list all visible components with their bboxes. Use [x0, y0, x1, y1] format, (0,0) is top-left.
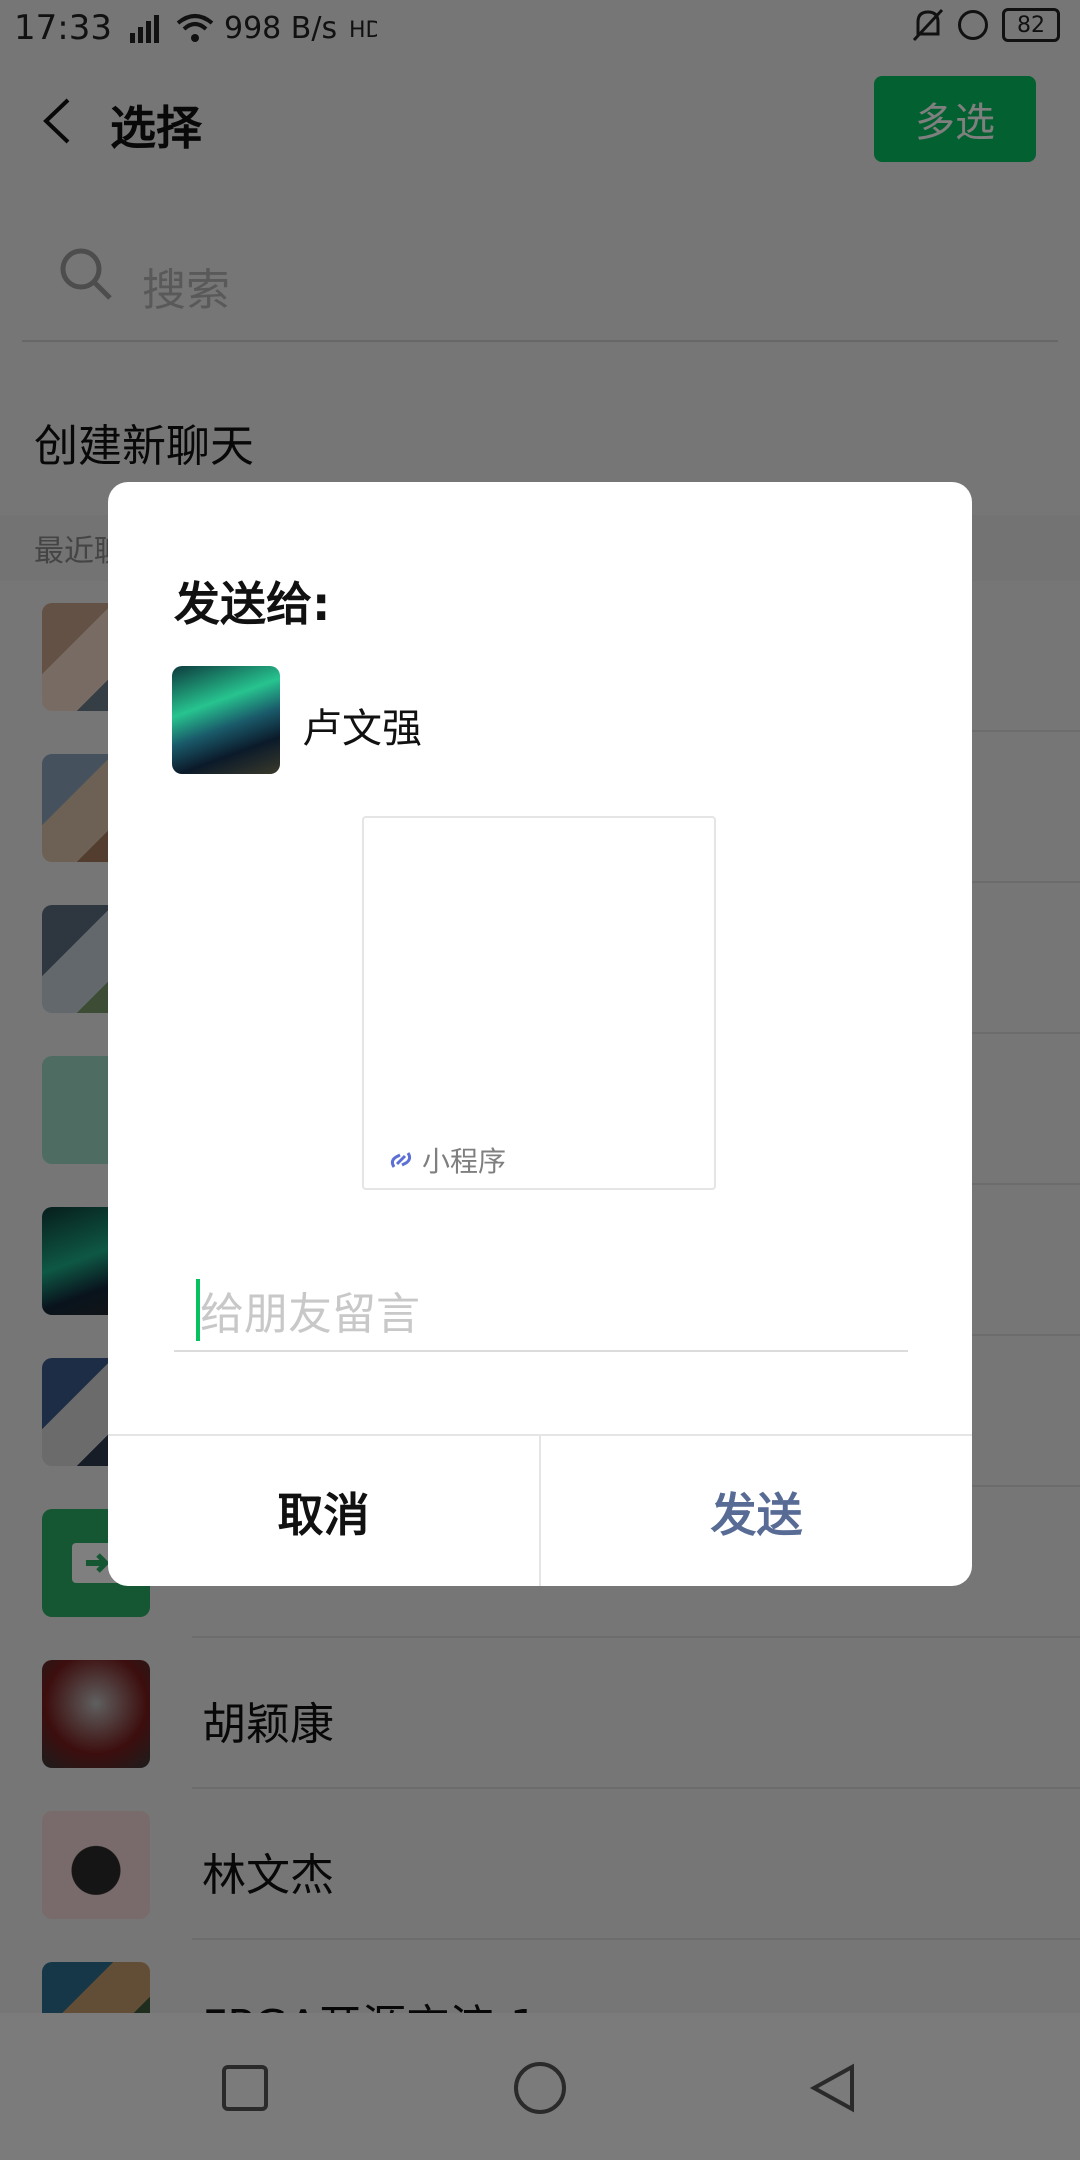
message-input[interactable]: 给朋友留言: [174, 1270, 908, 1352]
dialog-title: 发送给:: [174, 577, 331, 631]
recipient-name: 卢文强: [302, 706, 422, 752]
dialog-buttons: 取消 发送: [108, 1434, 972, 1586]
share-screen: 17:33 998 B/s HD 82 选择 多选 搜索 创建新聊天 最近聊天: [0, 0, 1080, 2160]
send-button[interactable]: 发送: [541, 1436, 972, 1586]
message-placeholder: 给朋友留言: [200, 1289, 420, 1340]
cancel-button[interactable]: 取消: [108, 1436, 541, 1586]
mini-program-card: 小程序: [362, 816, 716, 1190]
recipient-avatar: [172, 666, 280, 774]
mini-program-tag: 小程序: [388, 1140, 506, 1180]
send-dialog: 发送给: 卢文强 小程序 给朋友留言 取消 发送: [108, 482, 972, 1586]
mini-program-icon: [390, 1152, 412, 1168]
mini-program-label: 小程序: [422, 1145, 507, 1178]
